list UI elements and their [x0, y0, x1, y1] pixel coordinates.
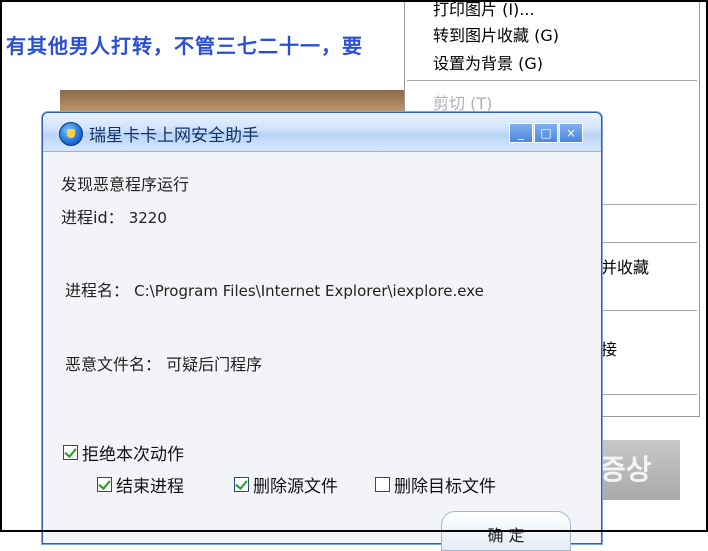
menu-item-cut[interactable]: 剪切 (T)	[433, 90, 492, 114]
menu-item-goto-my-pictures[interactable]: 转到图片收藏 (G)	[433, 22, 559, 46]
checkbox-unchecked-icon[interactable]	[375, 477, 390, 492]
malicious-file-label: 恶意文件名：	[65, 355, 162, 374]
pid-label: 进程id：	[61, 208, 124, 227]
alert-heading: 发现恶意程序运行	[61, 175, 190, 194]
checkbox-checked-icon[interactable]	[63, 445, 78, 460]
delete-target-checkbox[interactable]: 删除目标文件	[375, 472, 496, 497]
malicious-file-value: 可疑后门程序	[166, 355, 263, 374]
malicious-file-row: 恶意文件名： 可疑后门程序	[65, 351, 262, 375]
delete-target-label: 删除目标文件	[394, 477, 496, 497]
menu-item-link[interactable]: 接	[601, 336, 617, 360]
pid-value: 3220	[128, 209, 167, 227]
delete-source-checkbox[interactable]: 删除源文件	[234, 472, 338, 497]
menu-item-print-picture[interactable]: 打印图片 (I)...	[433, 0, 535, 20]
delete-source-label: 删除源文件	[253, 477, 338, 497]
page-headline: 有其他男人打转，不管三七二十一，要	[6, 34, 363, 58]
menu-item-add-favorite[interactable]: 并收藏	[601, 254, 649, 278]
window-controls: _ □ ×	[509, 123, 583, 143]
maximize-button[interactable]: □	[534, 123, 558, 143]
process-label: 进程名：	[65, 281, 130, 300]
block-action-label: 拒绝本次动作	[82, 445, 184, 465]
rising-logo-icon	[59, 122, 83, 146]
ok-button[interactable]: 确 定	[441, 511, 571, 551]
menu-item-set-as-background[interactable]: 设置为背景 (G)	[433, 50, 543, 74]
minimize-button[interactable]: _	[509, 123, 533, 143]
close-button[interactable]: ×	[559, 123, 583, 143]
dialog-title: 瑞星卡卡上网安全助手	[89, 126, 259, 146]
checkbox-checked-icon[interactable]	[234, 477, 249, 492]
checkbox-checked-icon[interactable]	[97, 477, 112, 492]
menu-separator	[407, 80, 697, 82]
security-alert-dialog: 瑞星卡卡上网安全助手 _ □ × 发现恶意程序运行 进程id： 3220 进程名…	[42, 112, 602, 551]
pid-row: 进程id： 3220	[61, 204, 167, 228]
end-process-checkbox[interactable]: 结束进程	[97, 472, 184, 497]
korean-text: 증상	[600, 453, 652, 486]
dialog-titlebar[interactable]: 瑞星卡卡上网安全助手 _ □ ×	[43, 113, 601, 152]
block-action-checkbox[interactable]: 拒绝本次动作	[63, 440, 184, 465]
end-process-label: 结束进程	[116, 477, 184, 497]
process-path: C:\Program Files\Internet Explorer\iexpl…	[134, 282, 484, 300]
process-row: 进程名： C:\Program Files\Internet Explorer\…	[65, 277, 484, 301]
